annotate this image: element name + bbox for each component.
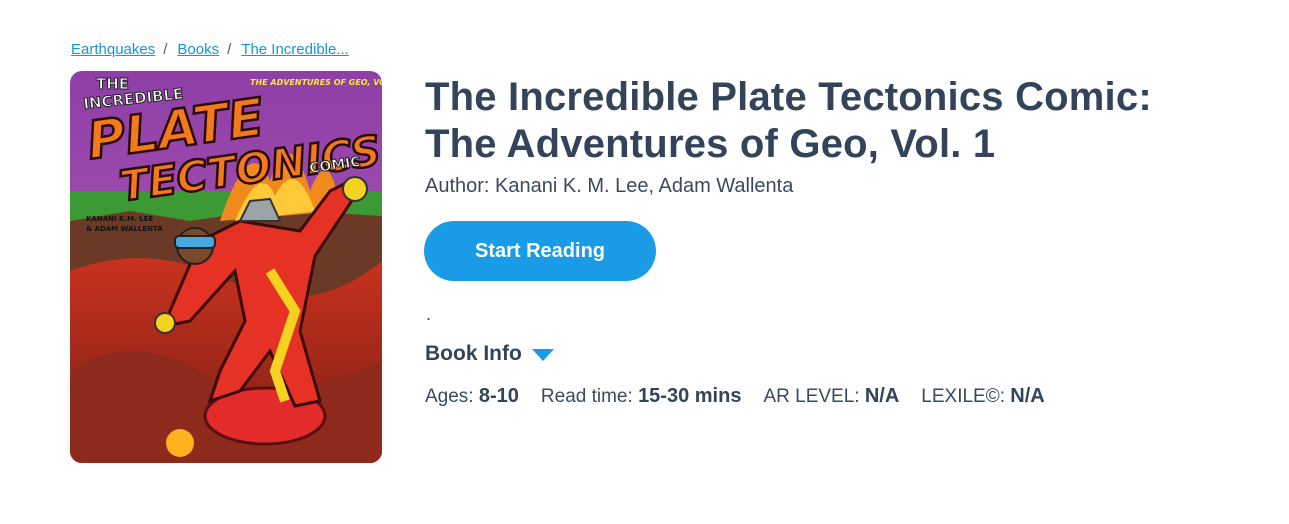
book-title: The Incredible Plate Tectonics Comic: Th… — [425, 74, 1245, 168]
book-title-line-1: The Incredible Plate Tectonics Comic: — [425, 75, 1152, 119]
ar-level-label: AR LEVEL: — [763, 386, 860, 407]
breadcrumb-link-earthquakes[interactable]: Earthquakes — [71, 41, 155, 58]
start-reading-button[interactable]: Start Reading — [424, 221, 656, 281]
book-title-line-2: The Adventures of Geo, Vol. 1 — [425, 122, 996, 166]
breadcrumb: Earthquakes / Books / The Incredible... — [71, 41, 349, 58]
ar-level-value: N/A — [864, 385, 900, 407]
separator-dot: . — [426, 304, 432, 324]
read-time-value: 15-30 mins — [638, 385, 742, 407]
ages-label: Ages: — [425, 386, 474, 407]
cover-author-1: KANANI K.M. LEE — [86, 215, 153, 223]
breadcrumb-link-books[interactable]: Books — [177, 41, 219, 58]
book-author: Author: Kanani K. M. Lee, Adam Wallenta — [425, 175, 794, 197]
read-time-label: Read time: — [540, 386, 633, 407]
book-meta: Ages: 8-10 Read time: 15-30 mins AR LEVE… — [425, 385, 1067, 408]
cover-author-2: & ADAM WALLENTA — [86, 225, 163, 233]
breadcrumb-separator: / — [227, 41, 232, 58]
read-time-meta: Read time: 15-30 mins — [541, 385, 742, 408]
lexile-meta: LEXILE©: N/A — [921, 385, 1044, 408]
lexile-label: LEXILE©: — [921, 386, 1006, 407]
book-info-panel: The Incredible Plate Tectonics Comic: Th… — [425, 74, 1245, 200]
breadcrumb-separator: / — [163, 41, 168, 58]
book-cover-image: THE INCREDIBLE THE ADVENTURES OF GEO, VO… — [70, 71, 382, 463]
ar-level-meta: AR LEVEL: N/A — [763, 385, 899, 408]
book-info-label: Book Info — [425, 342, 522, 365]
lexile-value: N/A — [1010, 385, 1045, 407]
ages-value: 8-10 — [478, 385, 519, 407]
book-info-toggle[interactable]: Book Info — [425, 342, 554, 366]
caret-down-icon — [531, 349, 554, 361]
cover-series: THE ADVENTURES OF GEO, VOL. 1 — [250, 78, 382, 87]
ages-meta: Ages: 8-10 — [425, 385, 519, 408]
breadcrumb-link-current-book[interactable]: The Incredible... — [241, 41, 349, 58]
